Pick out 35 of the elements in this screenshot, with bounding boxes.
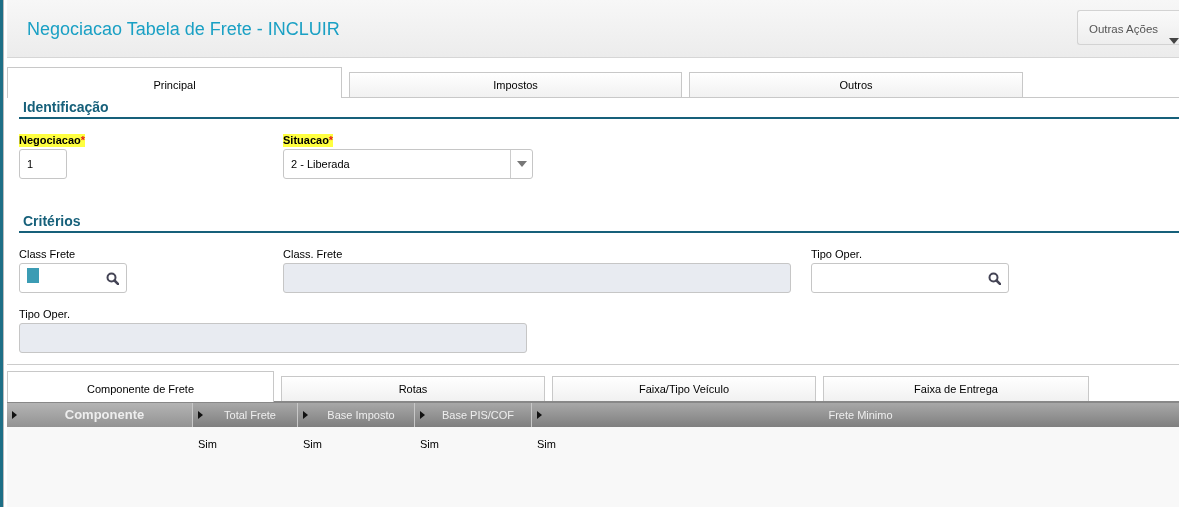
expand-arrow-icon	[303, 411, 308, 419]
table-cell-text: Sim	[302, 438, 322, 450]
search-icon	[988, 271, 1001, 285]
expand-arrow-icon	[12, 411, 17, 419]
expand-arrow-icon	[420, 411, 425, 419]
table-cell-text: Sim	[536, 438, 556, 450]
dropdown-icon	[516, 161, 527, 167]
expand-arrow-icon	[198, 411, 203, 419]
field-label: Tipo Oper.	[19, 308, 70, 321]
lookup-field[interactable]	[811, 263, 1009, 293]
lookup-field[interactable]	[19, 263, 127, 293]
tab[interactable]: Faixa de Entrega	[823, 376, 1089, 401]
page-title: Negociacao Tabela de Frete - INCLUIR	[27, 18, 340, 41]
tab[interactable]: Faixa/Tipo Veículo	[552, 376, 816, 401]
section-title: Critérios	[19, 213, 1179, 233]
field-label: Class Frete	[19, 248, 76, 261]
field-label: Situacao*	[283, 134, 334, 147]
field-label: Tipo Oper.	[811, 248, 862, 261]
table-cell-text: Sim	[197, 438, 217, 450]
tab[interactable]: Outros	[689, 72, 1023, 97]
actions-button[interactable]: Outras Ações	[1077, 10, 1179, 45]
table-cell-text: Sim	[419, 438, 439, 450]
text-cursor	[27, 268, 39, 284]
field-label: Negociacao*	[19, 134, 86, 147]
tab[interactable]: Rotas	[281, 376, 545, 401]
tab[interactable]: Impostos	[349, 72, 682, 97]
search-icon	[106, 271, 119, 285]
text-field[interactable]: 1	[19, 149, 67, 179]
field-label: Class. Frete	[283, 248, 343, 261]
section-title: Identificação	[19, 99, 1179, 119]
tab[interactable]: Principal	[7, 67, 342, 98]
caret-icon	[1169, 38, 1179, 44]
expand-arrow-icon	[537, 411, 542, 419]
tab[interactable]: Componente de Frete	[7, 371, 274, 402]
select-field[interactable]: 2 - Liberada	[283, 149, 533, 179]
